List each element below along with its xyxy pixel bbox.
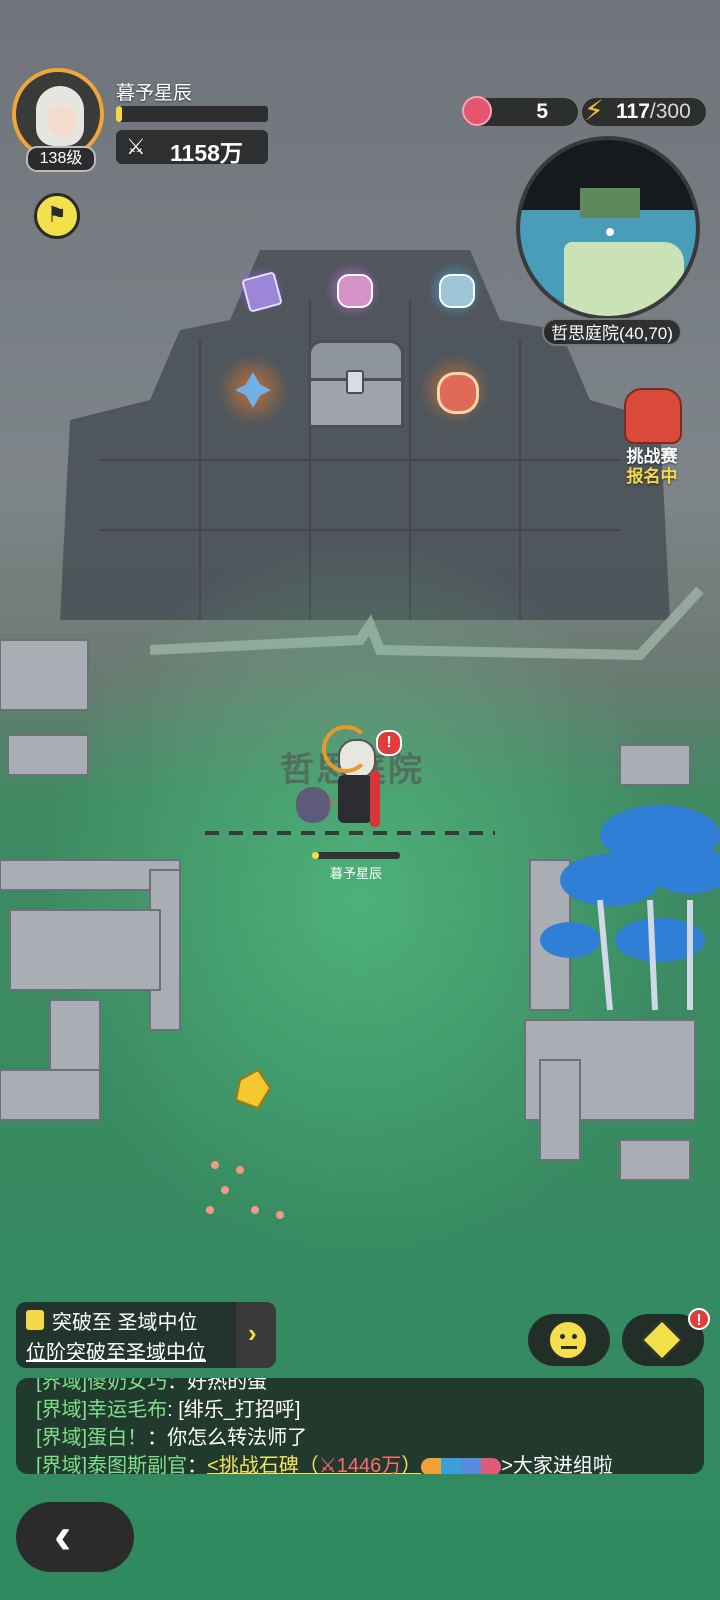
quest-subtitle: 位阶突破至圣域中位 bbox=[26, 1342, 206, 1364]
character-body-icon bbox=[338, 775, 372, 823]
flag-icon: ⚑ bbox=[47, 202, 67, 227]
item-scroll-icon[interactable] bbox=[235, 265, 285, 315]
item-crystal-icon[interactable] bbox=[218, 355, 288, 425]
chat-message: [界域]泰图斯副官：<挑战石碑（⚔1446万） >大家进组啦 bbox=[36, 1452, 613, 1474]
lightning-icon: ⚡ bbox=[584, 95, 604, 126]
challenger-icon bbox=[624, 388, 682, 444]
player-name: 暮予星辰 bbox=[116, 83, 193, 104]
power-display: ⚔ 1158万 bbox=[116, 130, 268, 166]
scarf-icon bbox=[370, 771, 380, 827]
energy-current: 117 bbox=[616, 100, 650, 123]
guild-flag-button[interactable]: ⚑ bbox=[34, 193, 80, 239]
chat-challenge-link[interactable]: <挑战石碑（⚔1446万） bbox=[207, 1455, 421, 1474]
fruit-counter[interactable]: 5 bbox=[462, 96, 578, 126]
back-arrow-icon: ‹ bbox=[54, 1507, 72, 1565]
level-text: 138级 bbox=[39, 150, 83, 167]
element-badges-icon bbox=[421, 1457, 502, 1474]
item-pouch-icon[interactable] bbox=[325, 262, 381, 318]
chat-message: [界域]蛋白！：你怎么转法师了 bbox=[36, 1427, 308, 1449]
back-button[interactable]: ‹ bbox=[16, 1502, 134, 1572]
player-hp-bar bbox=[312, 852, 400, 859]
chevron-right-icon: › bbox=[248, 1318, 257, 1348]
minimap-player-dot bbox=[606, 228, 614, 236]
quest-expand-button[interactable]: › bbox=[236, 1302, 276, 1368]
player-alert-icon: ! bbox=[376, 730, 402, 756]
treasure-chest-icon[interactable] bbox=[308, 340, 404, 428]
energy-counter[interactable]: ⚡ 117/300 bbox=[582, 95, 706, 126]
staff-icon bbox=[322, 725, 370, 773]
emoji-face-icon bbox=[548, 1320, 588, 1360]
quest-tracker[interactable]: 突破至 圣域中位 位阶突破至圣域中位 › bbox=[16, 1302, 276, 1368]
exp-bar bbox=[116, 106, 268, 122]
energy-max: /300 bbox=[649, 100, 691, 123]
minimap[interactable] bbox=[516, 136, 700, 320]
minimap-location: 哲思庭院(40,70) bbox=[542, 318, 682, 346]
power-swords-icon: ⚔ bbox=[126, 134, 146, 159]
player-nametag: 暮予星辰 bbox=[329, 866, 382, 881]
cube-icon bbox=[641, 1319, 683, 1361]
fruit-count-value: 5 bbox=[536, 100, 548, 123]
challenge-event-status: 报名中 bbox=[626, 467, 678, 486]
cube-alert-icon: ! bbox=[688, 1308, 710, 1330]
level-badge: 138级 bbox=[26, 146, 96, 172]
quest-list-icon bbox=[26, 1310, 44, 1330]
power-value: 1158万 bbox=[170, 140, 243, 166]
chat-message: [界域]傻奶女巧：好热的蛋 bbox=[36, 1378, 268, 1393]
item-paw-charm-icon[interactable] bbox=[420, 355, 490, 425]
quest-title: 突破至 圣域中位 bbox=[52, 1312, 198, 1334]
location-text: 哲思庭院(40,70) bbox=[551, 324, 673, 343]
pet-icon bbox=[296, 787, 330, 823]
strawberry-icon bbox=[462, 96, 492, 126]
chat-swords-icon: ⚔ bbox=[318, 1455, 337, 1474]
exp-bar-fill bbox=[116, 106, 123, 122]
chat-panel[interactable]: [界域]傻奶女巧：好热的蛋 [界域]幸运毛布: [绯乐_打招呼] [界域]蛋白！… bbox=[16, 1378, 704, 1474]
item-bag-icon[interactable] bbox=[427, 262, 483, 318]
chat-message: [界域]幸运毛布: [绯乐_打招呼] bbox=[36, 1399, 301, 1421]
challenge-event-button[interactable]: 挑战赛 报名中 bbox=[604, 388, 700, 488]
emote-button[interactable] bbox=[528, 1314, 610, 1366]
